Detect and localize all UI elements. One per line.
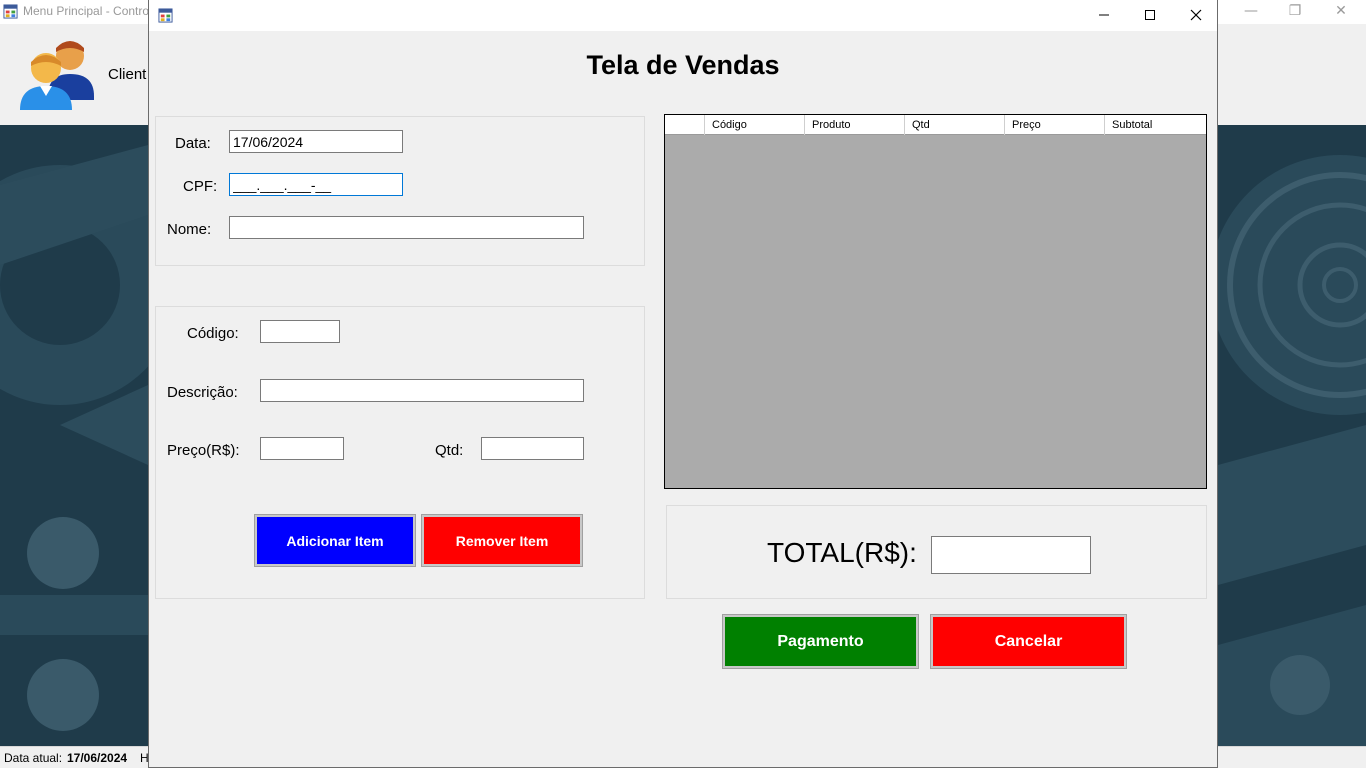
minimize-icon — [1099, 14, 1109, 16]
app-icon — [158, 8, 173, 23]
status-date-label: Data atual: — [4, 751, 63, 765]
close-button[interactable] — [1173, 0, 1219, 30]
maximize-button[interactable] — [1127, 0, 1173, 30]
clients-icon[interactable] — [18, 34, 98, 112]
grid-header: Código Produto Qtd Preço Subtotal — [665, 115, 1206, 135]
main-minimize-button[interactable]: — — [1228, 0, 1274, 24]
cpf-field[interactable] — [229, 173, 403, 196]
code-field[interactable] — [260, 320, 340, 343]
payment-label: Pagamento — [777, 632, 864, 650]
grid-column-codigo[interactable]: Código — [705, 115, 805, 135]
main-restore-button[interactable]: ❐ — [1272, 0, 1318, 24]
total-field[interactable] — [931, 536, 1091, 574]
cpf-label: CPF: — [183, 178, 218, 195]
total-label: TOTAL(R$): — [767, 537, 917, 568]
grid-column-preco[interactable]: Preço — [1005, 115, 1105, 135]
remove-item-button[interactable]: Remover Item — [421, 514, 583, 567]
remove-item-label: Remover Item — [455, 532, 549, 549]
items-grid[interactable]: Código Produto Qtd Preço Subtotal — [664, 114, 1207, 489]
description-label: Descrição: — [167, 384, 238, 401]
price-label: Preço(R$): — [167, 442, 240, 459]
sales-dialog: Tela de Vendas Data: CPF: Nome: Código: … — [148, 0, 1218, 768]
name-field[interactable] — [229, 216, 584, 239]
grid-row-header-corner — [665, 115, 705, 135]
grid-column-qtd[interactable]: Qtd — [905, 115, 1005, 135]
price-field[interactable] — [260, 437, 344, 460]
close-icon — [1190, 9, 1202, 21]
clients-menu-label[interactable]: Client — [108, 66, 146, 83]
description-field[interactable] — [260, 379, 584, 402]
date-label: Data: — [175, 135, 211, 152]
date-field[interactable] — [229, 130, 403, 153]
cancel-button[interactable]: Cancelar — [930, 614, 1127, 669]
main-window-title: Menu Principal - Contro — [23, 4, 150, 18]
product-group: Código: Descrição: Preço(R$): Qtd: Adici… — [155, 306, 645, 599]
grid-column-produto[interactable]: Produto — [805, 115, 905, 135]
maximize-icon — [1145, 10, 1155, 20]
dialog-titlebar — [149, 0, 1217, 31]
payment-button[interactable]: Pagamento — [722, 614, 919, 669]
main-close-button[interactable]: ✕ — [1318, 0, 1364, 24]
quantity-label: Qtd: — [435, 442, 464, 459]
add-item-label: Adicionar Item — [286, 532, 384, 549]
cancel-label: Cancelar — [994, 632, 1063, 650]
status-date-value: 17/06/2024 — [67, 751, 128, 765]
add-item-button[interactable]: Adicionar Item — [254, 514, 416, 567]
quantity-field[interactable] — [481, 437, 584, 460]
total-group: TOTAL(R$): — [666, 505, 1207, 599]
grid-column-subtotal[interactable]: Subtotal — [1105, 115, 1206, 135]
page-title: Tela de Vendas — [586, 50, 780, 80]
minimize-button[interactable] — [1081, 0, 1127, 30]
code-label: Código: — [187, 325, 239, 342]
client-group: Data: CPF: Nome: — [155, 116, 645, 266]
app-icon — [3, 4, 18, 19]
name-label: Nome: — [167, 221, 212, 238]
